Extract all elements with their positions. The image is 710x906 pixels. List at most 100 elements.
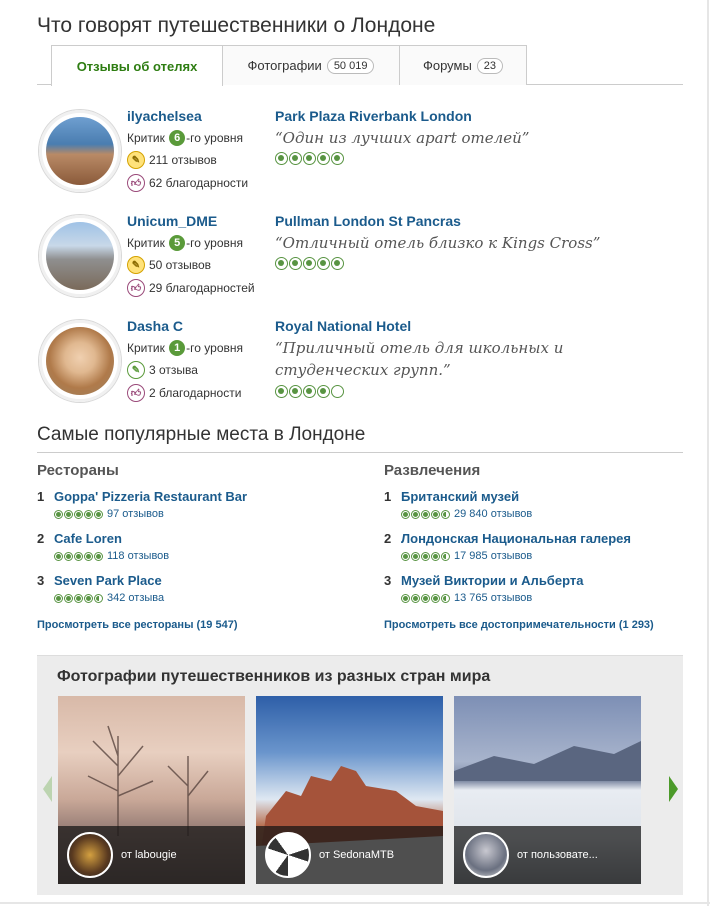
attractions-column: Развлечения 1 Британский музей 29 840 от…: [384, 462, 694, 615]
popular-title: Самые популярные места в Лондоне: [37, 424, 366, 445]
tab-forums[interactable]: Форумы 23: [399, 45, 527, 85]
rating-bubbles: [54, 509, 103, 519]
review-item: ilyachelsea Критик 6 -го уровня ✎ 211 отзы…: [37, 108, 683, 208]
list-item: 1 Британский музей 29 840 отзывов: [384, 489, 694, 531]
thanks-count: 👍︎ 62 благодарности: [127, 174, 248, 192]
thanks-count-text: 62 благодарности: [149, 176, 249, 190]
photo-author[interactable]: от пользовате...: [517, 849, 598, 861]
rating-bubbles: [401, 551, 450, 561]
thumbs-up-icon: 👍︎: [127, 279, 145, 297]
photo-card[interactable]: от пользовате...: [454, 696, 641, 884]
photo-author[interactable]: от labougie: [121, 849, 177, 861]
photo-author[interactable]: от SedonaMTB: [319, 849, 394, 861]
prev-arrow-icon[interactable]: [43, 776, 52, 802]
photo-card[interactable]: от SedonaMTB: [256, 696, 443, 884]
tab-label: Отзывы об отелях: [76, 58, 198, 74]
list-item: 2 Cafe Loren 118 отзывов: [37, 531, 347, 573]
list-item: 1 Goppa' Pizzeria Restaurant Bar 97 отзы…: [37, 489, 347, 531]
divider: [37, 452, 683, 453]
view-all-attractions-link[interactable]: Просмотреть все достопримечательности (1…: [384, 619, 654, 631]
level-prefix: Критик: [127, 236, 165, 250]
place-link[interactable]: Британский музей: [401, 489, 519, 504]
reviewer-level: Критик 5 -го уровня: [127, 235, 243, 251]
review-count: ✎ 3 отзыва: [127, 361, 198, 379]
tab-label: Фотографии: [247, 58, 322, 73]
traveler-photos-panel: Фотографии путешественников из разных ст…: [37, 655, 683, 895]
thanks-count: 👍︎ 29 благодарностей: [127, 279, 255, 297]
tab-photos[interactable]: Фотографии 50 019: [222, 45, 400, 85]
list-item: 2 Лондонская Национальная галерея 17 985…: [384, 531, 694, 573]
place-link[interactable]: Лондонская Национальная галерея: [401, 531, 631, 546]
rank: 2: [384, 531, 392, 546]
hotel-link[interactable]: Park Plaza Riverbank London: [275, 108, 472, 124]
review-quote[interactable]: “Один из лучших apart отелей”: [275, 127, 675, 149]
avatar[interactable]: [39, 110, 121, 192]
level-badge: 1: [169, 340, 186, 356]
review-count: ✎ 211 отзывов: [127, 151, 217, 169]
review-count-link[interactable]: 342 отзыва: [107, 592, 164, 604]
review-quote[interactable]: “Приличный отель для школьных и студенче…: [275, 337, 675, 381]
review-count-link[interactable]: 13 765 отзывов: [454, 592, 532, 604]
rank: 3: [384, 573, 392, 588]
pen-icon: ✎: [127, 151, 145, 169]
tab-count: 23: [476, 57, 504, 74]
rating-bubbles: [54, 551, 103, 561]
username[interactable]: Dasha C: [127, 318, 183, 334]
restaurants-heading: Рестораны: [37, 462, 119, 479]
reviewer-level: Критик 1 -го уровня: [127, 340, 243, 356]
review-count-text: 3 отзыва: [149, 363, 198, 377]
thanks-count-text: 29 благодарностей: [149, 281, 255, 295]
rank: 2: [37, 531, 45, 546]
hotel-link[interactable]: Pullman London St Pancras: [275, 213, 461, 229]
right-border: [707, 0, 709, 906]
tabs-bar: Отзывы об отелях Фотографии 50 019 Форум…: [37, 45, 683, 86]
rating-bubbles: [275, 257, 344, 270]
next-arrow-icon[interactable]: [669, 776, 678, 802]
pen-icon: ✎: [127, 256, 145, 274]
avatar[interactable]: [39, 320, 121, 402]
photo-card[interactable]: от labougie: [58, 696, 245, 884]
review-count-link[interactable]: 17 985 отзывов: [454, 550, 532, 562]
tab-hotel-reviews[interactable]: Отзывы об отелях: [51, 45, 223, 86]
bottom-border: [0, 902, 710, 904]
rank: 3: [37, 573, 45, 588]
rating-bubbles: [275, 152, 344, 165]
reviewer-level: Критик 6 -го уровня: [127, 130, 243, 146]
hotel-link[interactable]: Royal National Hotel: [275, 318, 411, 334]
level-suffix: -го уровня: [186, 236, 244, 250]
view-all-restaurants-link[interactable]: Просмотреть все рестораны (19 547): [37, 619, 238, 631]
level-badge: 6: [169, 130, 186, 146]
level-suffix: -го уровня: [186, 131, 244, 145]
place-link[interactable]: Cafe Loren: [54, 531, 122, 546]
review-item: Unicum_DME Критик 5 -го уровня ✎ 50 отзыво…: [37, 213, 683, 313]
photos-title: Фотографии путешественников из разных ст…: [57, 668, 491, 685]
review-count-text: 211 отзывов: [149, 153, 217, 167]
section-title: Что говорят путешественники о Лондоне: [37, 14, 436, 37]
attractions-heading: Развлечения: [384, 462, 481, 479]
thanks-count: 👍︎ 2 благодарности: [127, 384, 241, 402]
place-link[interactable]: Goppa' Pizzeria Restaurant Bar: [54, 489, 247, 504]
username[interactable]: Unicum_DME: [127, 213, 217, 229]
review-count: ✎ 50 отзывов: [127, 256, 211, 274]
rating-bubbles: [275, 385, 344, 398]
avatar[interactable]: [39, 215, 121, 297]
level-prefix: Критик: [127, 341, 165, 355]
rank: 1: [37, 489, 45, 504]
review-count-link[interactable]: 118 отзывов: [107, 550, 169, 562]
thumbs-up-icon: 👍︎: [127, 174, 145, 192]
username[interactable]: ilyachelsea: [127, 108, 202, 124]
level-suffix: -го уровня: [186, 341, 244, 355]
avatar[interactable]: [67, 832, 113, 878]
review-count-link[interactable]: 29 840 отзывов: [454, 508, 532, 520]
avatar[interactable]: [463, 832, 509, 878]
place-link[interactable]: Seven Park Place: [54, 573, 162, 588]
level-prefix: Критик: [127, 131, 165, 145]
rating-bubbles: [401, 593, 450, 603]
level-badge: 5: [169, 235, 186, 251]
place-link[interactable]: Музей Виктории и Альберта: [401, 573, 583, 588]
rating-bubbles: [401, 509, 450, 519]
list-item: 3 Музей Виктории и Альберта 13 765 отзыв…: [384, 573, 694, 615]
review-quote[interactable]: “Отличный отель близко к Kings Cross”: [275, 232, 675, 254]
review-count-link[interactable]: 97 отзывов: [107, 508, 164, 520]
avatar[interactable]: [265, 832, 311, 878]
